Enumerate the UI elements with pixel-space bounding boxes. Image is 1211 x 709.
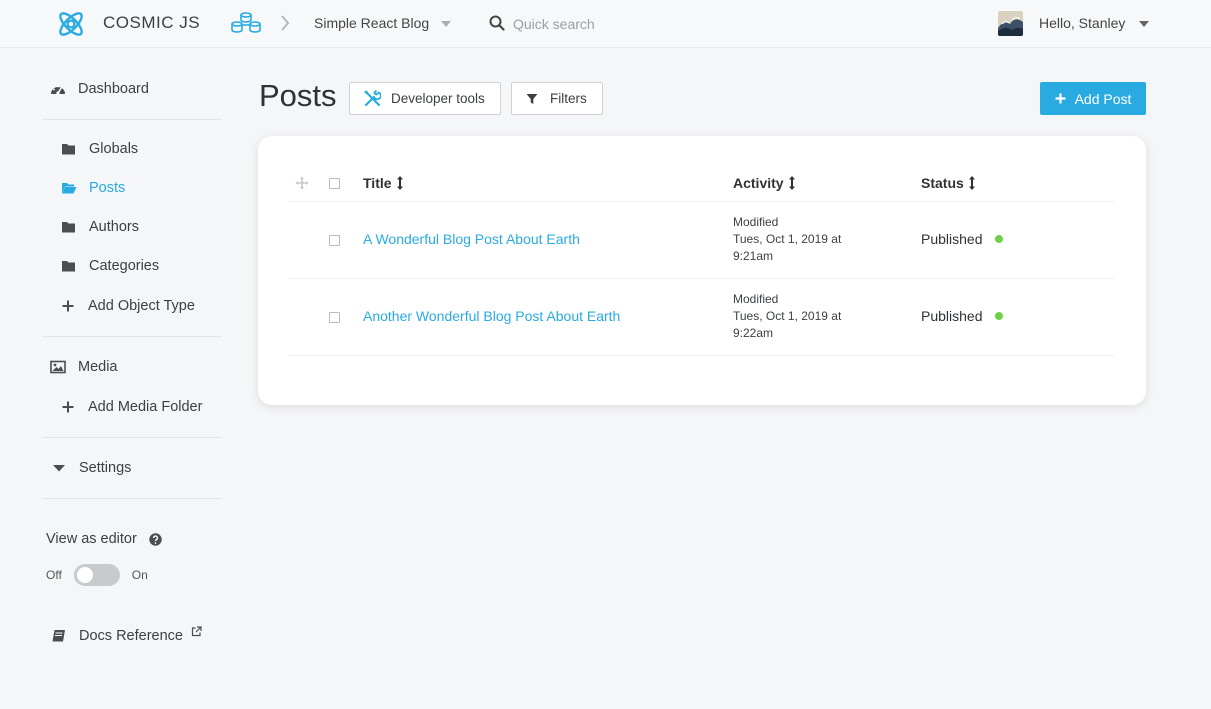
- sidebar-item-label: Dashboard: [78, 81, 149, 97]
- sidebar-item-label: Docs Reference: [79, 628, 183, 644]
- activity-cell: Modified Tues, Oct 1, 2019 at 9:21am: [733, 214, 863, 265]
- post-title-link[interactable]: A Wonderful Blog Post About Earth: [363, 231, 580, 247]
- developer-tools-label: Developer tools: [391, 91, 485, 106]
- cosmic-logo-icon[interactable]: [55, 8, 87, 40]
- caret-down-icon[interactable]: [441, 21, 451, 27]
- status-badge: [994, 312, 1003, 320]
- sidebar-item-label: Add Object Type: [88, 298, 195, 314]
- caret-down-icon: [53, 465, 65, 472]
- activity-date: Tues, Oct 1, 2019 at: [733, 309, 842, 323]
- sidebar-item-posts[interactable]: Posts: [61, 180, 125, 196]
- filters-button[interactable]: Filters: [511, 82, 603, 115]
- column-title-label: Title: [363, 175, 392, 191]
- row-divider: [288, 355, 1114, 356]
- add-post-label: Add Post: [1074, 90, 1132, 107]
- user-menu[interactable]: Hello, Stanley: [1039, 15, 1125, 31]
- activity-label: Modified: [733, 292, 779, 306]
- activity-cell: Modified Tues, Oct 1, 2019 at 9:22am: [733, 291, 863, 342]
- sort-icon: [968, 176, 975, 190]
- docs-reference-link[interactable]: Docs Reference: [51, 625, 202, 644]
- posts-table: Title Activity Status A Wonderful Blog P…: [258, 136, 1146, 405]
- book-icon: [52, 630, 65, 642]
- sidebar-item-dashboard[interactable]: Dashboard: [50, 81, 149, 97]
- status-cell: Published: [921, 308, 1003, 324]
- sort-icon: [788, 176, 795, 190]
- post-title-link[interactable]: Another Wonderful Blog Post About Earth: [363, 308, 620, 324]
- status-cell: Published: [921, 231, 1003, 247]
- view-as-editor-text: View as editor: [46, 531, 137, 547]
- sort-icon: [396, 176, 403, 190]
- avatar[interactable]: [998, 11, 1023, 36]
- sidebar-item-globals[interactable]: Globals: [61, 141, 138, 157]
- bucket-selector[interactable]: Simple React Blog: [314, 15, 429, 31]
- column-header-activity[interactable]: Activity: [733, 175, 796, 191]
- status-text: Published: [921, 308, 983, 324]
- filters-label: Filters: [550, 91, 587, 106]
- view-as-editor-toggle[interactable]: [73, 564, 120, 586]
- row-divider: [288, 278, 1114, 279]
- status-badge: [994, 235, 1003, 243]
- column-header-status[interactable]: Status: [921, 175, 976, 191]
- divider: [42, 336, 222, 337]
- activity-date: Tues, Oct 1, 2019 at: [733, 232, 842, 246]
- folder-icon: [62, 144, 75, 155]
- sidebar-item-categories[interactable]: Categories: [61, 258, 159, 274]
- add-post-button[interactable]: Add Post: [1040, 82, 1146, 115]
- brand-name[interactable]: COSMIC JS: [103, 13, 200, 33]
- filter-icon: [526, 93, 538, 104]
- sidebar-item-authors[interactable]: Authors: [61, 219, 139, 235]
- sidebar-item-label: Add Media Folder: [88, 399, 203, 415]
- sidebar-item-label: Media: [78, 359, 118, 375]
- help-icon[interactable]: [149, 532, 162, 546]
- image-icon: [50, 360, 66, 374]
- search-icon: [489, 15, 505, 31]
- caret-down-icon[interactable]: [1139, 21, 1149, 27]
- top-bar: COSMIC JS Simple React Blog Hello, Stanl…: [0, 0, 1211, 48]
- drag-handle-icon: [295, 176, 309, 190]
- plus-icon: [62, 401, 74, 413]
- sidebar-item-label: Settings: [79, 460, 132, 476]
- toggle-knob: [76, 567, 93, 583]
- activity-time: 9:22am: [733, 326, 774, 340]
- folder-icon: [62, 222, 75, 233]
- toggle-off-label: Off: [46, 568, 62, 582]
- dashboard-icon: [51, 85, 65, 95]
- add-media-folder-button[interactable]: Add Media Folder: [60, 399, 202, 415]
- column-header-title[interactable]: Title: [363, 175, 404, 191]
- toggle-on-label: On: [131, 568, 148, 582]
- folder-open-icon: [62, 183, 77, 194]
- column-activity-label: Activity: [733, 175, 784, 191]
- folder-icon: [62, 261, 75, 272]
- divider: [42, 498, 222, 499]
- tools-icon: [364, 90, 381, 107]
- plus-icon: [1055, 93, 1066, 104]
- bucket-icon[interactable]: [230, 11, 262, 35]
- chevron-right-icon: [281, 15, 290, 31]
- page-title: Posts: [259, 78, 337, 113]
- sidebar-item-label: Authors: [89, 219, 139, 235]
- view-as-editor-toggle-group: Off On: [46, 564, 148, 586]
- external-link-icon: [191, 625, 202, 636]
- row-checkbox[interactable]: [329, 235, 340, 246]
- status-text: Published: [921, 231, 983, 247]
- sidebar-item-settings[interactable]: Settings: [51, 460, 131, 476]
- activity-time: 9:21am: [733, 249, 774, 263]
- view-as-editor-label: View as editor: [46, 531, 162, 547]
- quick-search-input[interactable]: [513, 12, 713, 36]
- row-checkbox[interactable]: [329, 312, 340, 323]
- row-divider: [288, 201, 1114, 202]
- sidebar: Dashboard Globals Posts Authors Categori…: [0, 49, 240, 709]
- add-object-type-button[interactable]: Add Object Type: [60, 298, 195, 314]
- divider: [42, 119, 222, 120]
- sidebar-item-label: Globals: [89, 141, 139, 157]
- sidebar-item-label: Categories: [89, 258, 160, 274]
- plus-icon: [62, 300, 74, 312]
- activity-label: Modified: [733, 215, 779, 229]
- column-status-label: Status: [921, 175, 964, 191]
- divider: [42, 437, 222, 438]
- select-all-checkbox[interactable]: [329, 178, 340, 189]
- sidebar-item-label: Posts: [89, 180, 126, 196]
- sidebar-item-media[interactable]: Media: [50, 359, 118, 375]
- developer-tools-button[interactable]: Developer tools: [349, 82, 501, 115]
